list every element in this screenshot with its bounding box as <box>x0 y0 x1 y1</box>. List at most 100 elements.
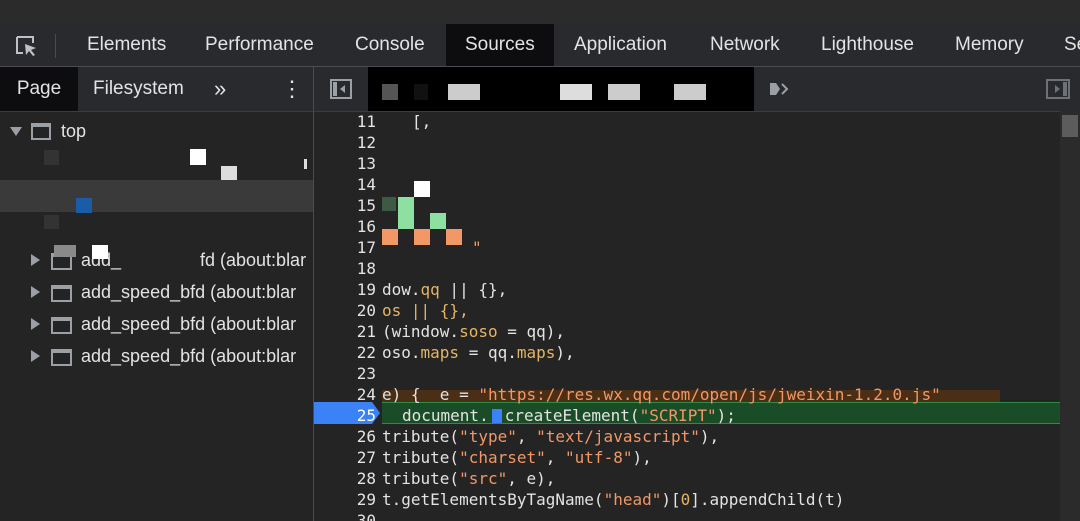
tab-performance[interactable]: Performance <box>205 24 314 66</box>
tab-network[interactable]: Network <box>710 24 780 66</box>
line-number-active[interactable]: 25 <box>314 405 376 426</box>
redacted-block <box>54 245 76 257</box>
tree-row-frame[interactable]: add_speed_bfd (about:blar <box>0 341 313 371</box>
more-tabs-button[interactable]: » <box>214 67 226 111</box>
frame-icon <box>51 349 72 366</box>
code-line-24: e) { e = "https://res.wx.qq.com/open/js/… <box>382 385 941 404</box>
inline-breakpoint-marker-icon[interactable] <box>491 409 502 423</box>
redacted-block <box>398 197 414 229</box>
code-line-25: document. createElement("SCRIPT"); <box>402 406 736 425</box>
line-number[interactable]: 30 <box>314 510 376 521</box>
redacted-block <box>76 198 92 213</box>
collapse-arrow-icon[interactable] <box>31 350 40 362</box>
line-number[interactable]: 21 <box>314 321 376 342</box>
tree-row-frame[interactable]: add_speed_bfd (about:blar <box>0 277 313 307</box>
line-number[interactable]: 12 <box>314 132 376 153</box>
line-number[interactable]: 28 <box>314 468 376 489</box>
tree-label-frame-suffix: fd (about:blar <box>200 250 307 270</box>
expand-arrow-icon[interactable] <box>10 127 22 136</box>
line-number[interactable]: 14 <box>314 174 376 195</box>
line-number[interactable]: 26 <box>314 426 376 447</box>
code-line-19: dow.qq || {}, <box>382 280 508 299</box>
redacted-block <box>414 229 430 245</box>
tab-console[interactable]: Console <box>355 24 425 66</box>
navigator-tab-filesystem[interactable]: Filesystem <box>93 67 184 111</box>
editor-scrollbar[interactable] <box>1060 111 1080 521</box>
tree-label-frame: add_speed_bfd (about:blar <box>81 282 297 302</box>
redacted-block <box>560 84 592 100</box>
code-line-22: oso.maps = qq.maps), <box>382 343 575 362</box>
redacted-block <box>446 229 462 245</box>
redacted-block <box>430 213 446 229</box>
tab-memory[interactable]: Memory <box>955 24 1024 66</box>
collapse-arrow-icon[interactable] <box>31 318 40 330</box>
navigator-menu-button[interactable]: ⋮ <box>281 67 303 111</box>
navigator-tab-bar: Page Filesystem » ⋮ <box>0 67 313 112</box>
line-number[interactable]: 17 <box>314 237 376 258</box>
code-line-27: tribute("charset", "utf-8"), <box>382 448 652 467</box>
frame-icon <box>51 317 72 334</box>
redacted-block <box>221 166 237 181</box>
redacted-block <box>448 84 480 100</box>
tab-security[interactable]: Se <box>1064 24 1080 66</box>
redacted-block <box>674 84 706 100</box>
line-number[interactable]: 29 <box>314 489 376 510</box>
line-number[interactable]: 11 <box>314 111 376 132</box>
code-line-21: (window.soso = qq), <box>382 322 566 341</box>
redacted-block <box>190 149 206 165</box>
redacted-block <box>414 181 430 197</box>
tab-application[interactable]: Application <box>574 24 667 66</box>
tree-row-top[interactable]: top <box>0 116 313 146</box>
source-editor: 11 12 13 14 15 16 17 18 19 20 21 22 23 2… <box>314 67 1080 521</box>
selected-row-redacted[interactable] <box>0 180 313 212</box>
frame-icon <box>51 285 72 302</box>
scrollbar-thumb[interactable] <box>1062 115 1078 137</box>
tree-label-frame: add_speed_bfd (about:blar <box>81 314 297 334</box>
toggle-debugger-icon[interactable] <box>1046 79 1070 99</box>
line-number[interactable]: 20 <box>314 300 376 321</box>
tab-lighthouse[interactable]: Lighthouse <box>821 24 914 66</box>
editor-toolbar <box>314 67 1080 112</box>
code-line-29: t.getElementsByTagName("head")[0].append… <box>382 490 845 509</box>
redacted-block <box>92 245 108 259</box>
tab-elements[interactable]: Elements <box>87 24 166 66</box>
tab-separator <box>55 34 56 58</box>
inspect-element-icon[interactable] <box>14 34 40 58</box>
line-number-gutter: 11 12 13 14 15 16 17 18 19 20 21 22 23 2… <box>314 111 380 521</box>
sources-navigator: Page Filesystem » ⋮ top add_ fd (about:b… <box>0 67 314 521</box>
tab-sources[interactable]: Sources <box>446 24 554 66</box>
window-top-strip <box>0 0 1080 24</box>
redacted-block <box>382 84 398 100</box>
toggle-navigator-icon[interactable] <box>330 79 352 99</box>
tree-row-frame[interactable]: add_speed_bfd (about:blar <box>0 309 313 339</box>
navigator-tab-page[interactable]: Page <box>0 67 78 111</box>
code-line-11: [, <box>412 112 432 131</box>
line-number[interactable]: 18 <box>314 258 376 279</box>
file-tab-redacted[interactable] <box>368 67 754 111</box>
tree-label-frame: add_speed_bfd (about:blar <box>81 346 297 366</box>
more-tabs-icon[interactable] <box>768 79 792 99</box>
tree-row-frame[interactable]: add_ fd (about:blar <box>0 245 313 275</box>
collapse-arrow-icon[interactable] <box>31 254 40 266</box>
frame-icon <box>31 123 51 140</box>
line-number[interactable]: 19 <box>314 279 376 300</box>
redacted-block <box>304 159 307 169</box>
redacted-block <box>414 84 428 100</box>
code-line-20: os || {}, <box>382 301 469 320</box>
code-line-26: tribute("type", "text/javascript"), <box>382 427 720 446</box>
devtools-tab-bar: Elements Performance Console Sources App… <box>0 24 1080 67</box>
line-number[interactable]: 23 <box>314 363 376 384</box>
tree-label-top: top <box>61 121 87 141</box>
line-number[interactable]: 16 <box>314 216 376 237</box>
line-number[interactable]: 15 <box>314 195 376 216</box>
line-number[interactable]: 27 <box>314 447 376 468</box>
redacted-block <box>382 197 396 211</box>
redacted-block <box>608 84 640 100</box>
line-number[interactable]: 22 <box>314 342 376 363</box>
line-number[interactable]: 24 <box>314 384 376 405</box>
code-line-28: tribute("src", e), <box>382 469 556 488</box>
redacted-block <box>44 150 59 165</box>
code-line-17: " <box>472 238 482 257</box>
line-number[interactable]: 13 <box>314 153 376 174</box>
collapse-arrow-icon[interactable] <box>31 286 40 298</box>
